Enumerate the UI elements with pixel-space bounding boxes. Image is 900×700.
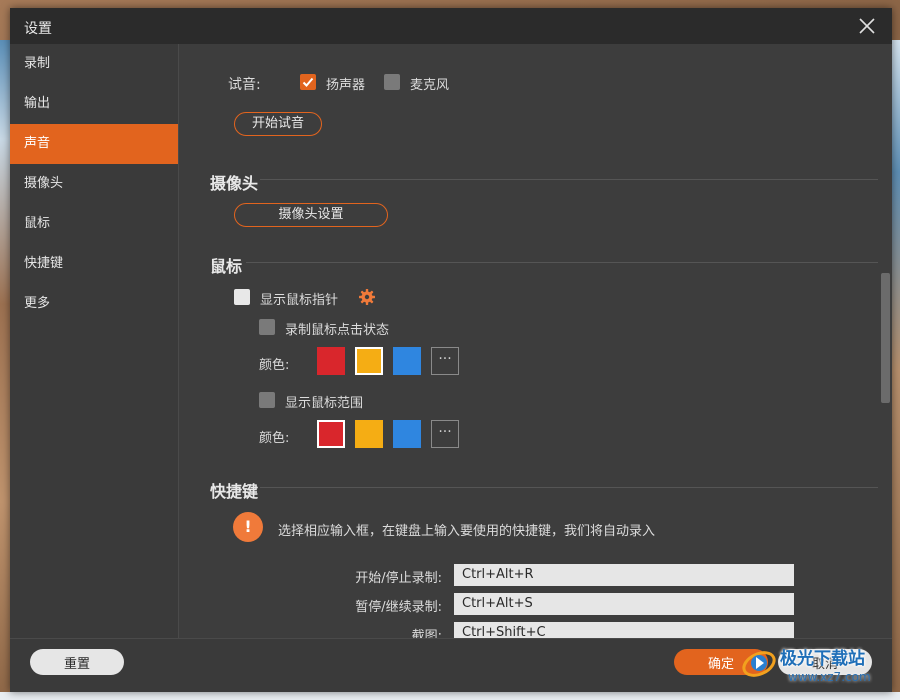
section-divider bbox=[246, 262, 878, 263]
close-icon bbox=[859, 18, 875, 34]
speaker-label: 扬声器 bbox=[326, 78, 366, 93]
info-icon: ! bbox=[233, 512, 263, 542]
background-wallpaper-right bbox=[892, 40, 900, 700]
watermark-logo-icon bbox=[742, 651, 776, 677]
sidebar-item-sound[interactable]: 声音 bbox=[10, 124, 178, 164]
site-watermark: 极光下载站 www.xz7.com bbox=[740, 640, 890, 692]
range-color-red-swatch[interactable] bbox=[317, 420, 345, 448]
hotkey-label-start-stop: 开始/停止录制: bbox=[355, 571, 442, 586]
sidebar-item-camera[interactable]: 摄像头 bbox=[10, 164, 178, 204]
click-color-blue-swatch[interactable] bbox=[393, 347, 421, 375]
dialog-title: 设置 bbox=[24, 21, 52, 37]
range-color-label: 颜色: bbox=[259, 431, 290, 446]
show-pointer-label: 显示鼠标指针 bbox=[260, 293, 339, 308]
mouse-section-title: 鼠标 bbox=[210, 257, 243, 276]
checkmark-icon bbox=[302, 77, 314, 87]
show-range-label: 显示鼠标范围 bbox=[285, 396, 364, 411]
record-click-label: 录制鼠标点击状态 bbox=[285, 323, 390, 338]
reset-button[interactable]: 重置 bbox=[30, 649, 124, 675]
click-color-more-button[interactable]: ··· bbox=[431, 347, 459, 375]
background-taskbar bbox=[0, 692, 900, 700]
hotkey-input-pause-resume[interactable]: Ctrl+Alt+S bbox=[454, 593, 794, 615]
sidebar-item-record[interactable]: 录制 bbox=[10, 44, 178, 84]
hotkeys-hint-text: 选择相应输入框，在键盘上输入要使用的快捷键，我们将自动录入 bbox=[278, 524, 656, 539]
settings-sidebar: 录制 输出 声音 摄像头 鼠标 快捷键 更多 bbox=[10, 44, 179, 638]
watermark-url: www.xz7.com bbox=[788, 670, 871, 684]
watermark-text: 极光下载站 bbox=[780, 649, 865, 669]
speaker-checkbox[interactable] bbox=[300, 74, 316, 90]
gear-icon bbox=[359, 289, 375, 305]
sidebar-item-more[interactable]: 更多 bbox=[10, 284, 178, 324]
sidebar-item-hotkeys[interactable]: 快捷键 bbox=[10, 244, 178, 284]
range-color-yellow-swatch[interactable] bbox=[355, 420, 383, 448]
pointer-settings-button[interactable] bbox=[358, 288, 376, 306]
range-color-more-button[interactable]: ··· bbox=[431, 420, 459, 448]
section-divider bbox=[260, 487, 878, 488]
settings-content: 试音: 扬声器 麦克风 开始试音 摄像头 摄像头设置 鼠标 显示鼠标指针 录制鼠… bbox=[180, 44, 892, 638]
title-bar: 设置 bbox=[10, 8, 892, 44]
hotkey-input-start-stop[interactable]: Ctrl+Alt+R bbox=[454, 564, 794, 586]
range-color-blue-swatch[interactable] bbox=[393, 420, 421, 448]
settings-dialog: 设置 录制 输出 声音 摄像头 鼠标 快捷键 更多 试音: 扬声器 麦克风 开始… bbox=[10, 8, 892, 692]
hotkeys-section-title: 快捷键 bbox=[210, 482, 259, 501]
camera-section-title: 摄像头 bbox=[210, 174, 259, 193]
background-wallpaper-left bbox=[0, 40, 10, 700]
record-click-checkbox[interactable] bbox=[259, 319, 275, 335]
sound-test-label: 试音: bbox=[228, 77, 261, 93]
camera-settings-button[interactable]: 摄像头设置 bbox=[234, 203, 388, 227]
click-color-red-swatch[interactable] bbox=[317, 347, 345, 375]
click-color-yellow-swatch[interactable] bbox=[355, 347, 383, 375]
hotkey-input-screenshot[interactable]: Ctrl+Shift+C bbox=[454, 622, 794, 638]
hotkey-label-pause-resume: 暂停/继续录制: bbox=[355, 600, 442, 615]
mic-label: 麦克风 bbox=[410, 78, 450, 93]
hotkey-label-screenshot: 截图: bbox=[411, 629, 442, 638]
close-button[interactable] bbox=[856, 15, 878, 37]
start-sound-test-button[interactable]: 开始试音 bbox=[234, 112, 322, 136]
sidebar-item-mouse[interactable]: 鼠标 bbox=[10, 204, 178, 244]
show-range-checkbox[interactable] bbox=[259, 392, 275, 408]
show-pointer-checkbox[interactable] bbox=[234, 289, 250, 305]
section-divider bbox=[260, 179, 878, 180]
mic-checkbox[interactable] bbox=[384, 74, 400, 90]
content-scrollbar-thumb[interactable] bbox=[881, 273, 890, 403]
sidebar-item-output[interactable]: 输出 bbox=[10, 84, 178, 124]
click-color-label: 颜色: bbox=[259, 358, 290, 373]
